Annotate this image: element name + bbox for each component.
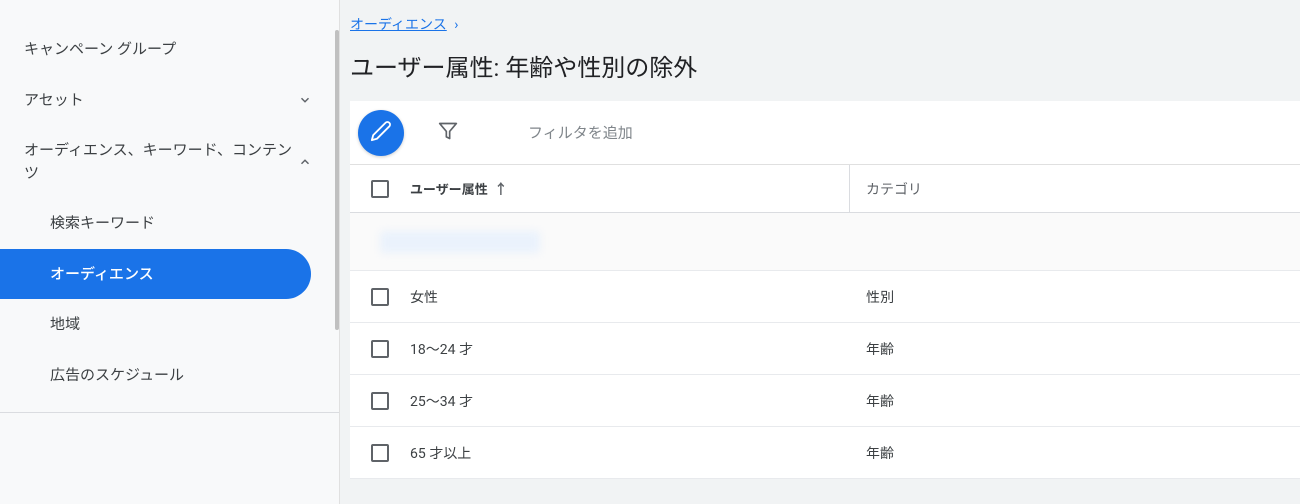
table-row[interactable]: 18～24 才 年齢: [350, 323, 1300, 375]
sidebar-item-label: キャンペーン グループ: [24, 38, 315, 61]
cell-category: 年齢: [850, 443, 1300, 463]
breadcrumb-link-audiences[interactable]: オーディエンス: [350, 17, 447, 33]
sidebar-item-ad-schedule[interactable]: 広告のスケジュール: [0, 350, 339, 401]
edit-button[interactable]: [358, 110, 404, 156]
row-checkbox[interactable]: [371, 288, 389, 306]
chevron-down-icon: [295, 90, 315, 110]
cell-category: 性別: [850, 287, 1300, 307]
scrollbar[interactable]: [335, 30, 339, 330]
row-checkbox-cell: [350, 392, 410, 410]
toolbar: フィルタを追加: [350, 101, 1300, 165]
main-content: オーディエンス › ユーザー属性: 年齢や性別の除外 フィルタを追加 ユーザー属…: [340, 0, 1300, 504]
sort-ascending-icon: ↑: [494, 179, 508, 199]
row-checkbox-cell: [350, 444, 410, 462]
sidebar-item-label: アセット: [24, 89, 295, 112]
redacted-summary: [380, 231, 540, 253]
filter-icon: [438, 121, 458, 145]
sidebar-divider: [0, 412, 339, 413]
row-checkbox[interactable]: [371, 392, 389, 410]
cell-category: 年齢: [850, 391, 1300, 411]
sidebar-item-label: 広告のスケジュール: [50, 364, 315, 387]
row-checkbox[interactable]: [371, 340, 389, 358]
cell-attribute: 18～24 才: [410, 339, 850, 359]
table-row[interactable]: 65 才以上 年齢: [350, 427, 1300, 479]
chevron-up-icon: [295, 152, 315, 172]
demographics-table: ユーザー属性 ↑ カテゴリ 女性 性別 18～24 才 年齢 25～34 才 年…: [350, 165, 1300, 479]
sidebar: キャンペーン グループ アセット オーディエンス、キーワード、コンテンツ 検索キ…: [0, 0, 340, 504]
column-header-category-label: カテゴリ: [866, 182, 922, 198]
cell-category: 年齢: [850, 339, 1300, 359]
sidebar-item-campaign-group[interactable]: キャンペーン グループ: [0, 24, 339, 75]
page-title: ユーザー属性: 年齢や性別の除外: [350, 48, 1300, 83]
table-row[interactable]: 女性 性別: [350, 271, 1300, 323]
filter-button[interactable]: [428, 113, 468, 153]
sidebar-item-label: オーディエンス、キーワード、コンテンツ: [24, 139, 295, 184]
column-header-category[interactable]: カテゴリ: [850, 179, 1300, 199]
column-header-attribute[interactable]: ユーザー属性 ↑: [410, 165, 850, 212]
sidebar-item-assets[interactable]: アセット: [0, 75, 339, 126]
row-checkbox[interactable]: [371, 444, 389, 462]
sidebar-item-label: オーディエンス: [50, 263, 287, 286]
select-all-cell: [350, 180, 410, 198]
row-checkbox-cell: [350, 288, 410, 306]
column-header-attribute-label: ユーザー属性: [410, 179, 488, 198]
sidebar-item-locations[interactable]: 地域: [0, 299, 339, 350]
select-all-checkbox[interactable]: [371, 180, 389, 198]
sidebar-item-audiences-keywords-content[interactable]: オーディエンス、キーワード、コンテンツ: [0, 125, 339, 198]
table-row[interactable]: 25～34 才 年齢: [350, 375, 1300, 427]
sidebar-item-search-keywords[interactable]: 検索キーワード: [0, 198, 339, 249]
sidebar-item-label: 検索キーワード: [50, 212, 315, 235]
sidebar-item-label: 地域: [50, 313, 315, 336]
table-header: ユーザー属性 ↑ カテゴリ: [350, 165, 1300, 213]
breadcrumb: オーディエンス ›: [350, 10, 1300, 40]
sidebar-item-audiences[interactable]: オーディエンス: [0, 249, 311, 300]
summary-row: [350, 213, 1300, 271]
breadcrumb-separator: ›: [454, 17, 458, 33]
filter-placeholder[interactable]: フィルタを追加: [528, 122, 633, 143]
pencil-icon: [370, 120, 392, 146]
cell-attribute: 女性: [410, 287, 850, 307]
cell-attribute: 65 才以上: [410, 443, 850, 463]
cell-attribute: 25～34 才: [410, 391, 850, 411]
row-checkbox-cell: [350, 340, 410, 358]
